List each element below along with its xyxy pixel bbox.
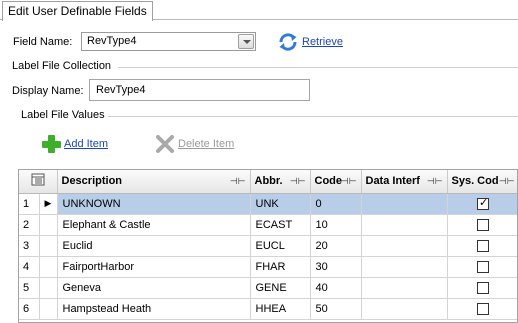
row-number: 3	[19, 235, 40, 257]
cell-sys-code[interactable]	[447, 277, 517, 299]
cell-data-interface[interactable]	[361, 193, 448, 215]
cell-description[interactable]: Euclid	[57, 235, 251, 257]
col-data-interface-label: Data Interf	[365, 175, 420, 188]
row-indicator	[39, 298, 58, 320]
row-number: 6	[19, 298, 40, 320]
cell-description[interactable]: Geneva	[57, 277, 251, 299]
row-indicator	[39, 256, 58, 278]
row-indicator	[39, 277, 58, 299]
cell-code[interactable]: 30	[310, 256, 362, 278]
col-description[interactable]: Description ⊣⊢	[57, 170, 251, 194]
cell-code[interactable]: 50	[310, 298, 362, 320]
field-name-dropdown[interactable]: RevType4	[81, 32, 256, 51]
field-name-label: Field Name:	[13, 36, 73, 48]
cell-abbr[interactable]: HHEA	[250, 298, 311, 320]
delete-item-button[interactable]: Delete Item	[154, 133, 234, 155]
cell-sys-code[interactable]	[447, 235, 517, 257]
add-item-button[interactable]: Add Item	[40, 133, 108, 155]
pin-icon[interactable]: ⊣⊢	[427, 176, 443, 187]
cell-description[interactable]: FairportHarbor	[57, 256, 251, 278]
cell-sys-code[interactable]	[447, 214, 517, 236]
table-row[interactable]: 5 Geneva GENE 40	[19, 277, 517, 299]
table-row[interactable]: 2 Elephant & Castle ECAST 10	[19, 214, 517, 236]
cell-sys-code[interactable]	[447, 193, 517, 215]
field-name-value: RevType4	[87, 35, 137, 47]
cell-data-interface[interactable]	[361, 235, 448, 257]
delete-item-link[interactable]: Delete Item	[178, 138, 234, 150]
sys-code-checkbox[interactable]	[477, 218, 489, 231]
row-indicator	[39, 235, 58, 257]
sys-code-checkbox[interactable]	[477, 260, 489, 273]
row-number: 4	[19, 256, 40, 278]
cell-abbr[interactable]: GENE	[250, 277, 311, 299]
pin-icon[interactable]: ⊣⊢	[290, 176, 306, 187]
column-chooser-icon	[31, 173, 45, 186]
label-file-collection-title: Label File Collection	[12, 60, 112, 72]
col-sys-code[interactable]: Sys. Cod ⊣⊢	[447, 170, 517, 194]
cell-code[interactable]: 0	[310, 193, 362, 215]
cell-code[interactable]: 40	[310, 277, 362, 299]
chevron-down-icon[interactable]	[238, 34, 254, 49]
group-divider	[108, 116, 518, 117]
cell-abbr[interactable]: ECAST	[250, 214, 311, 236]
label-file-values-title: Label File Values	[21, 109, 105, 121]
row-number: 1	[19, 193, 40, 215]
delete-x-icon	[156, 135, 174, 153]
pin-icon[interactable]: ⊣⊢	[499, 176, 515, 187]
table-row[interactable]: 1 ▶ UNKNOWN UNK 0	[19, 193, 517, 215]
sys-code-checkbox[interactable]	[477, 302, 489, 315]
pin-icon[interactable]: ⊣⊢	[341, 176, 357, 187]
retrieve-link[interactable]: Retrieve	[302, 36, 343, 48]
row-number: 5	[19, 277, 40, 299]
add-item-link[interactable]: Add Item	[64, 138, 108, 150]
cell-abbr[interactable]: EUCL	[250, 235, 311, 257]
cell-data-interface[interactable]	[361, 214, 448, 236]
pin-icon[interactable]: ⊣⊢	[230, 176, 246, 187]
col-abbr[interactable]: Abbr. ⊣⊢	[250, 170, 311, 194]
cell-description[interactable]: UNKNOWN	[57, 193, 251, 215]
row-current-indicator-icon: ▶	[39, 193, 58, 215]
grid-body: 1▶UNKNOWNUNK02Elephant & CastleECAST103E…	[19, 193, 517, 320]
cell-data-interface[interactable]	[361, 298, 448, 320]
col-sys-code-label: Sys. Cod	[451, 175, 499, 188]
display-name-label: Display Name:	[12, 85, 84, 97]
col-abbr-label: Abbr.	[254, 175, 283, 188]
display-name-input[interactable]: RevType4	[89, 79, 310, 101]
tab-strip: Edit User Definable Fields	[0, 0, 518, 21]
cell-description[interactable]: Hampstead Heath	[57, 298, 251, 320]
plus-icon	[42, 135, 61, 153]
table-row[interactable]: 4 FairportHarbor FHAR 30	[19, 256, 517, 278]
cell-code[interactable]: 10	[310, 214, 362, 236]
label-values-grid[interactable]: Description ⊣⊢ Abbr. ⊣⊢ Code ⊣⊢ Data Interf…	[18, 169, 518, 323]
cell-sys-code[interactable]	[447, 256, 517, 278]
table-row[interactable]: 6 Hampstead Heath HHEA 50	[19, 298, 517, 320]
col-code[interactable]: Code ⊣⊢	[310, 170, 362, 194]
cell-abbr[interactable]: FHAR	[250, 256, 311, 278]
grid-header-row: Description ⊣⊢ Abbr. ⊣⊢ Code ⊣⊢ Data Interf…	[19, 170, 517, 194]
col-code-label: Code	[314, 175, 343, 188]
cell-abbr[interactable]: UNK	[250, 193, 311, 215]
row-number: 2	[19, 214, 40, 236]
column-chooser[interactable]	[19, 170, 58, 194]
col-data-interface[interactable]: Data Interf ⊣⊢	[361, 170, 448, 194]
group-divider	[118, 67, 518, 68]
table-row[interactable]: 3 Euclid EUCL 20	[19, 235, 517, 257]
cell-description[interactable]: Elephant & Castle	[57, 214, 251, 236]
cell-code[interactable]: 20	[310, 235, 362, 257]
sys-code-checkbox[interactable]	[477, 196, 489, 210]
tab-edit-user-definable-fields[interactable]: Edit User Definable Fields	[2, 1, 153, 21]
row-indicator	[39, 214, 58, 236]
sys-code-checkbox[interactable]	[477, 281, 489, 294]
col-description-label: Description	[61, 175, 123, 188]
cell-data-interface[interactable]	[361, 256, 448, 278]
sys-code-checkbox[interactable]	[477, 239, 489, 252]
cell-sys-code[interactable]	[447, 298, 517, 320]
refresh-icon	[279, 33, 297, 51]
cell-data-interface[interactable]	[361, 277, 448, 299]
retrieve-button[interactable]: Retrieve	[277, 30, 343, 54]
